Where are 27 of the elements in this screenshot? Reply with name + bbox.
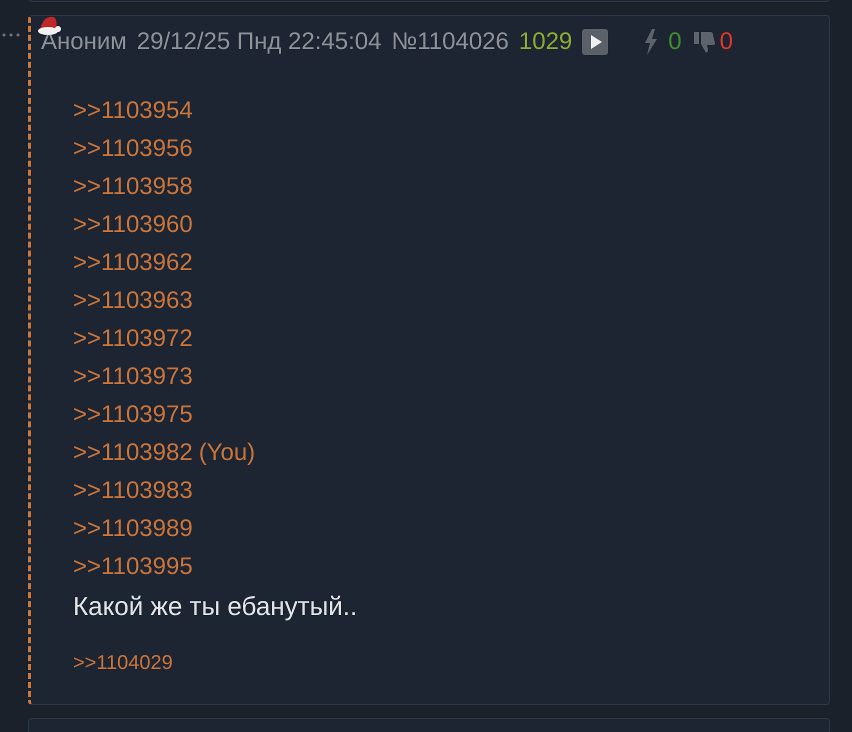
reply-link[interactable]: >>1103962 bbox=[73, 244, 193, 282]
reply-link[interactable]: >>1103989 bbox=[73, 510, 193, 548]
backlink[interactable]: >>1104029 bbox=[73, 644, 173, 682]
reply-link[interactable]: >>1103960 bbox=[73, 206, 193, 244]
reply-link[interactable]: >>1103963 bbox=[73, 282, 193, 320]
reply-link[interactable]: >>1103983 bbox=[73, 472, 193, 510]
reply-link[interactable]: >>1103956 bbox=[73, 130, 193, 168]
author-name: Аноним bbox=[41, 27, 127, 57]
post-number[interactable]: №1104026 bbox=[391, 24, 509, 60]
post-message: Какой же ты ебанутый.. bbox=[73, 590, 358, 623]
reply-link[interactable]: >>1103972 bbox=[73, 320, 193, 358]
dislike-count: 0 bbox=[720, 27, 733, 57]
ellipsis-icon bbox=[2, 33, 20, 37]
post-count: 1029 bbox=[518, 27, 572, 57]
like-count: 0 bbox=[668, 27, 682, 57]
reply-link[interactable]: >>1103982 bbox=[73, 434, 193, 472]
reply-link[interactable]: >>1103995 bbox=[73, 548, 193, 586]
reply-link[interactable]: >>1103973 bbox=[73, 358, 193, 396]
lightning-icon[interactable] bbox=[644, 29, 658, 55]
santa-hat-icon bbox=[37, 14, 63, 36]
you-marker: (You) bbox=[198, 438, 256, 468]
play-button[interactable] bbox=[582, 29, 608, 55]
thumbs-down-icon[interactable] bbox=[692, 30, 716, 54]
reply-link[interactable]: >>1103958 bbox=[73, 168, 193, 206]
reply-link[interactable]: >>1103975 bbox=[73, 396, 193, 434]
post-date: 29/12/25 Пнд 22:45:04 bbox=[136, 27, 382, 57]
reply-link[interactable]: >>1103954 bbox=[73, 92, 193, 130]
